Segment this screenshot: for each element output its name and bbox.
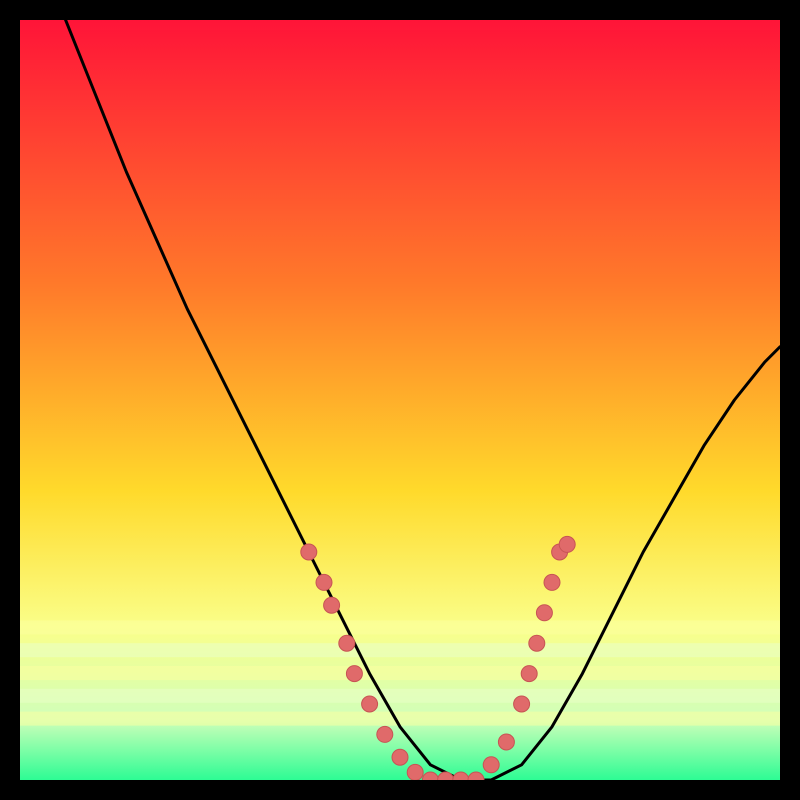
data-point xyxy=(316,574,332,590)
floor-band xyxy=(20,643,780,657)
data-point xyxy=(407,764,423,780)
data-point xyxy=(392,749,408,765)
chart-frame: TheBottleneck.com xyxy=(20,20,780,780)
data-point xyxy=(559,536,575,552)
data-point xyxy=(521,666,537,682)
floor-band xyxy=(20,689,780,703)
data-point xyxy=(498,734,514,750)
data-point xyxy=(324,597,340,613)
data-point xyxy=(301,544,317,560)
data-point xyxy=(529,635,545,651)
data-point xyxy=(346,666,362,682)
floor-band xyxy=(20,712,780,726)
data-point xyxy=(483,757,499,773)
data-point xyxy=(377,726,393,742)
floor-band xyxy=(20,620,780,634)
data-point xyxy=(536,605,552,621)
floor-band xyxy=(20,666,780,680)
bottleneck-chart xyxy=(20,20,780,780)
data-point xyxy=(362,696,378,712)
data-point xyxy=(514,696,530,712)
data-point xyxy=(339,635,355,651)
data-point xyxy=(544,574,560,590)
